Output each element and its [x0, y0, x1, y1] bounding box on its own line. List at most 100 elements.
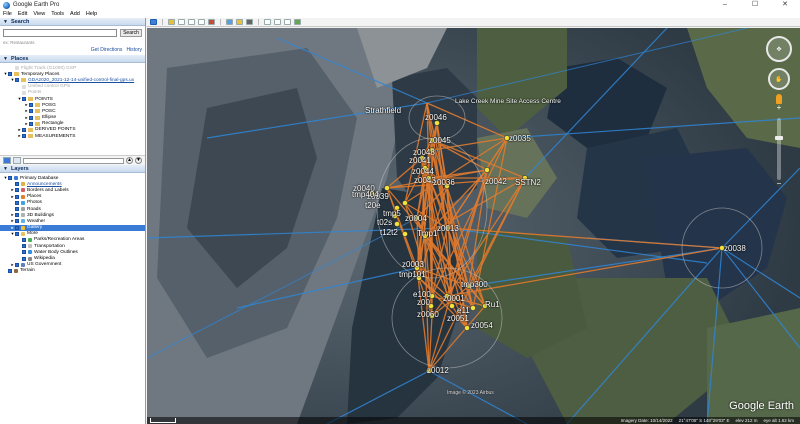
record-tour-icon[interactable]: [208, 19, 215, 25]
visibility-checkbox[interactable]: [29, 121, 33, 126]
visibility-checkbox[interactable]: [29, 115, 33, 120]
move-joystick[interactable]: ✋: [768, 68, 790, 90]
folder-icon: [14, 72, 19, 77]
layers-item[interactable]: Terrain: [0, 268, 145, 274]
visibility-checkbox[interactable]: [15, 219, 19, 224]
zoom-in-icon[interactable]: +: [764, 104, 794, 112]
search-row: Search: [0, 26, 145, 40]
places-item[interactable]: ▸ MEASUREMENTS: [0, 133, 145, 139]
places-header[interactable]: ▼ Places: [0, 55, 145, 63]
minimize-button[interactable]: –: [710, 0, 740, 10]
survey-point-label: tmp300: [461, 280, 488, 289]
toolbar-separator: [220, 19, 221, 25]
zoom-out-icon[interactable]: −: [764, 180, 794, 188]
visibility-checkbox[interactable]: [15, 225, 19, 230]
visibility-checkbox[interactable]: [22, 250, 26, 255]
survey-point-pin[interactable]: [449, 303, 455, 309]
add-path-icon[interactable]: [188, 19, 195, 25]
print-icon[interactable]: [284, 19, 291, 25]
visibility-checkbox[interactable]: [29, 103, 33, 108]
look-joystick[interactable]: ✥: [766, 36, 792, 62]
visibility-checkbox[interactable]: [15, 182, 19, 187]
visibility-checkbox[interactable]: [8, 268, 12, 273]
move-up-icon[interactable]: ▲: [126, 157, 133, 164]
title-bar: Google Earth Pro – ☐ ✕: [0, 0, 800, 10]
zoom-slider-knob[interactable]: [775, 136, 783, 140]
places-item-label: POINTS: [35, 96, 53, 102]
planets-icon[interactable]: [246, 19, 253, 25]
folder-icon: [28, 97, 33, 102]
menu-help[interactable]: Help: [86, 11, 97, 17]
search-button[interactable]: Search: [120, 29, 142, 37]
add-polygon-icon[interactable]: [178, 19, 185, 25]
map-viewport[interactable]: z0046 z0045 z0048 z0041 z0044 z0043 z0035 z0042…: [147, 28, 800, 424]
visibility-checkbox[interactable]: [22, 127, 26, 132]
add-placemark-icon[interactable]: [168, 19, 175, 25]
folder-icon: [28, 134, 33, 139]
places-item-label: GDA2020_2021-12-14-unified-control-final…: [28, 77, 135, 83]
get-directions-link[interactable]: Get Directions: [91, 47, 123, 53]
survey-point-pin[interactable]: [402, 231, 408, 237]
add-image-overlay-icon[interactable]: [198, 19, 205, 25]
hide-sidebar-icon[interactable]: [150, 19, 157, 25]
search-input[interactable]: [3, 29, 117, 37]
layers-view-icon[interactable]: [13, 157, 21, 164]
visibility-checkbox[interactable]: [15, 231, 19, 236]
survey-point-label: tmp5: [383, 209, 401, 218]
search-header[interactable]: ▼ Search: [0, 18, 145, 26]
menu-edit[interactable]: Edit: [18, 11, 27, 17]
historical-imagery-icon[interactable]: [226, 19, 233, 25]
survey-point-label: z0012: [427, 366, 449, 375]
visibility-checkbox[interactable]: [15, 78, 19, 83]
email-icon[interactable]: [274, 19, 281, 25]
visibility-checkbox[interactable]: [15, 200, 19, 205]
visibility-checkbox[interactable]: [15, 262, 19, 267]
visibility-checkbox[interactable]: [29, 109, 33, 114]
survey-point-pin[interactable]: [470, 305, 476, 311]
survey-point-label: z0051: [447, 314, 469, 323]
ruler-icon[interactable]: [264, 19, 271, 25]
survey-point-pin[interactable]: [484, 167, 490, 173]
close-button[interactable]: ✕: [770, 0, 800, 10]
place-label: Lake Creek Mine Site Access Centre: [455, 98, 561, 105]
move-down-icon[interactable]: ▼: [135, 157, 142, 164]
survey-point-label: z0035: [509, 134, 531, 143]
survey-point-label: t12t2: [380, 228, 398, 237]
elevation: elev 212 m: [735, 418, 758, 423]
survey-point-pin[interactable]: [402, 200, 408, 206]
layers-item-label: Gallery: [27, 225, 43, 231]
visibility-checkbox[interactable]: [15, 194, 19, 199]
places-filter-input[interactable]: [23, 157, 124, 164]
survey-point-pin[interactable]: [394, 221, 400, 227]
visibility-checkbox[interactable]: [22, 244, 26, 249]
layers-header[interactable]: ▼ Layers: [0, 165, 145, 173]
sidebar: ▼ Search Search ex: Restaurants Get Dire…: [0, 18, 146, 424]
visibility-checkbox[interactable]: [8, 72, 12, 77]
places-view-icon[interactable]: [3, 157, 11, 164]
maximize-button[interactable]: ☐: [740, 0, 770, 10]
visibility-checkbox[interactable]: [22, 237, 26, 242]
layer-icon: [28, 237, 32, 242]
visibility-checkbox[interactable]: [8, 176, 12, 181]
layers-item-label: Weather: [27, 218, 46, 224]
zoom-slider[interactable]: [775, 118, 783, 180]
visibility-checkbox[interactable]: [15, 207, 19, 212]
visibility-checkbox[interactable]: [15, 213, 19, 218]
menu-file[interactable]: File: [3, 11, 12, 17]
survey-point-pin[interactable]: [464, 325, 470, 331]
survey-point-label: z0045: [429, 136, 451, 145]
history-link[interactable]: History: [126, 47, 142, 53]
layer-icon: [28, 256, 32, 261]
menu-view[interactable]: View: [33, 11, 45, 17]
sunlight-icon[interactable]: [236, 19, 243, 25]
menu-add[interactable]: Add: [70, 11, 80, 17]
view-in-maps-icon[interactable]: [294, 19, 301, 25]
visibility-checkbox[interactable]: [22, 134, 26, 139]
visibility-checkbox[interactable]: [22, 97, 26, 102]
layers-item-label: Roads: [27, 206, 41, 212]
places-item-label: POSG: [42, 102, 56, 108]
visibility-checkbox[interactable]: [22, 256, 26, 261]
survey-point-pin[interactable]: [384, 185, 390, 191]
visibility-checkbox[interactable]: [15, 188, 19, 193]
menu-tools[interactable]: Tools: [51, 11, 64, 17]
